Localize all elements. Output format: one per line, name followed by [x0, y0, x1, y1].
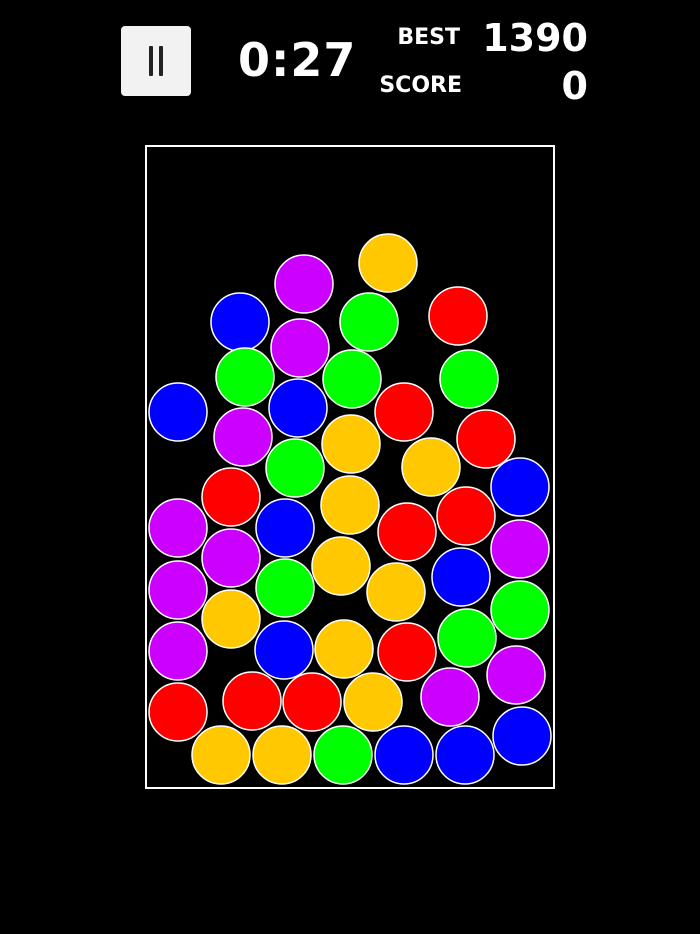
ball-blue[interactable] [490, 457, 550, 517]
ball-purple[interactable] [490, 519, 550, 579]
ball-yellow[interactable] [201, 589, 261, 649]
ball-purple[interactable] [148, 560, 208, 620]
ball-red[interactable] [148, 682, 208, 742]
ball-blue[interactable] [148, 382, 208, 442]
ball-blue[interactable] [431, 547, 491, 607]
ball-red[interactable] [282, 672, 342, 732]
ball-yellow[interactable] [366, 562, 426, 622]
ball-blue[interactable] [435, 725, 495, 785]
ball-yellow[interactable] [314, 619, 374, 679]
ball-blue[interactable] [268, 378, 328, 438]
ball-yellow[interactable] [320, 475, 380, 535]
ball-yellow[interactable] [358, 233, 418, 293]
ball-blue[interactable] [492, 706, 552, 766]
ball-green[interactable] [322, 349, 382, 409]
ball-purple[interactable] [486, 645, 546, 705]
ball-purple[interactable] [270, 318, 330, 378]
ball-red[interactable] [456, 409, 516, 469]
ball-green[interactable] [439, 349, 499, 409]
ball-green[interactable] [265, 438, 325, 498]
ball-purple[interactable] [213, 407, 273, 467]
ball-yellow[interactable] [252, 725, 312, 785]
ball-yellow[interactable] [311, 536, 371, 596]
ball-yellow[interactable] [191, 725, 251, 785]
ball-purple[interactable] [148, 621, 208, 681]
ball-red[interactable] [222, 671, 282, 731]
ball-yellow[interactable] [321, 414, 381, 474]
ball-green[interactable] [215, 347, 275, 407]
ball-yellow[interactable] [343, 672, 403, 732]
ball-green[interactable] [313, 725, 373, 785]
ball-green[interactable] [490, 580, 550, 640]
ball-purple[interactable] [201, 528, 261, 588]
ball-red[interactable] [377, 622, 437, 682]
ball-green[interactable] [255, 558, 315, 618]
ball-purple[interactable] [148, 498, 208, 558]
ball-red[interactable] [436, 486, 496, 546]
ball-purple[interactable] [420, 667, 480, 727]
ball-blue[interactable] [254, 620, 314, 680]
ball-blue[interactable] [374, 725, 434, 785]
ball-purple[interactable] [274, 254, 334, 314]
ball-yellow[interactable] [401, 437, 461, 497]
ball-red[interactable] [428, 286, 488, 346]
ball-green[interactable] [339, 292, 399, 352]
ball-layer[interactable] [0, 0, 700, 934]
ball-blue[interactable] [210, 292, 270, 352]
ball-green[interactable] [437, 608, 497, 668]
ball-red[interactable] [374, 382, 434, 442]
ball-red[interactable] [377, 502, 437, 562]
ball-red[interactable] [201, 467, 261, 527]
ball-blue[interactable] [255, 498, 315, 558]
